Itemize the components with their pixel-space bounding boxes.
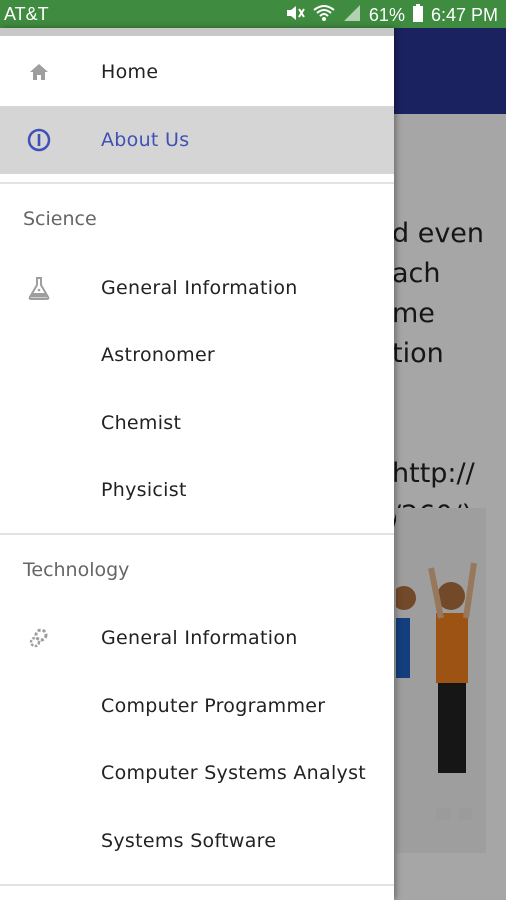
divider bbox=[0, 884, 394, 886]
battery-icon bbox=[412, 4, 423, 27]
drawer-item-label: Computer Systems Analyst bbox=[101, 762, 367, 784]
drawer-top-shadow bbox=[0, 28, 394, 36]
drawer-item-label: Computer Programmer bbox=[101, 695, 326, 717]
drawer-item-label: Systems Software bbox=[101, 830, 277, 852]
section-header-science: Science bbox=[23, 208, 97, 230]
section-header-technology: Technology bbox=[23, 559, 130, 581]
divider bbox=[0, 533, 394, 535]
drawer-item-technology-general-information[interactable]: General Information bbox=[0, 604, 394, 672]
drawer-item-label: Physicist bbox=[101, 479, 187, 501]
drawer-item-label: Home bbox=[101, 61, 159, 83]
drawer-item-home[interactable]: Home bbox=[0, 38, 394, 106]
drawer-item-label: Chemist bbox=[101, 412, 182, 434]
info-icon bbox=[27, 128, 51, 152]
battery-percent: 61% bbox=[368, 5, 405, 25]
wifi-icon bbox=[313, 4, 335, 27]
drawer-item-computer-programmer[interactable]: Computer Programmer bbox=[0, 672, 394, 740]
drawer-item-physicist[interactable]: Physicist bbox=[0, 456, 394, 524]
home-icon bbox=[27, 60, 51, 84]
navigation-drawer: Home About Us Science General Informatio… bbox=[0, 28, 394, 900]
status-icons: 61% 6:47 PM bbox=[285, 4, 498, 27]
drawer-item-chemist[interactable]: Chemist bbox=[0, 389, 394, 457]
drawer-item-label: Astronomer bbox=[101, 344, 216, 366]
status-bar: AT&T 61% 6:47 PM bbox=[0, 0, 506, 28]
drawer-item-about-us[interactable]: About Us bbox=[0, 106, 394, 174]
drawer-item-label: General Information bbox=[101, 277, 298, 299]
signal-icon bbox=[343, 4, 361, 27]
drawer-item-systems-software[interactable]: Systems Software bbox=[0, 807, 394, 875]
mute-icon bbox=[285, 4, 305, 27]
flask-icon bbox=[27, 276, 51, 300]
drawer-item-computer-systems-analyst[interactable]: Computer Systems Analyst bbox=[0, 739, 394, 807]
gears-icon bbox=[27, 626, 51, 650]
carrier-label: AT&T bbox=[4, 4, 49, 24]
clock: 6:47 PM bbox=[430, 5, 498, 25]
divider bbox=[0, 182, 394, 184]
drawer-item-astronomer[interactable]: Astronomer bbox=[0, 321, 394, 389]
drawer-item-science-general-information[interactable]: General Information bbox=[0, 254, 394, 322]
drawer-item-label: General Information bbox=[101, 627, 298, 649]
drawer-item-label: About Us bbox=[101, 129, 190, 151]
